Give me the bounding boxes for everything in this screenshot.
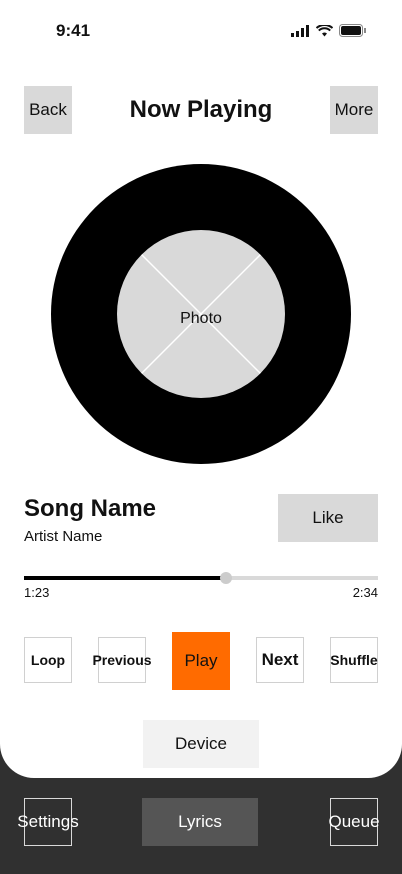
shuffle-label: Shuffle: [330, 652, 378, 668]
loop-button[interactable]: Loop: [24, 637, 72, 683]
previous-label: Previous: [92, 652, 152, 668]
next-button[interactable]: Next: [256, 637, 304, 683]
play-button[interactable]: Play: [172, 632, 230, 690]
total-time: 2:34: [352, 585, 378, 600]
elapsed-time: 1:23: [24, 585, 50, 600]
photo-label: Photo: [180, 310, 222, 327]
album-photo: Photo: [117, 230, 285, 398]
status-icons: [291, 24, 366, 37]
progress-knob[interactable]: [219, 572, 232, 584]
more-button[interactable]: More: [330, 86, 378, 134]
battery-icon: [339, 24, 366, 37]
progress-fill: [24, 576, 226, 580]
player-card: 9:41 Back Now Playing More Photo Song Na…: [0, 0, 402, 778]
song-name: Song Name: [24, 495, 157, 522]
signal-icon: [291, 24, 309, 37]
shuffle-button[interactable]: Shuffle: [330, 637, 378, 683]
tab-settings[interactable]: Settings: [17, 798, 79, 846]
previous-button[interactable]: Previous: [92, 637, 152, 683]
like-button[interactable]: Like: [278, 494, 378, 542]
device-button[interactable]: Device: [143, 720, 259, 768]
wifi-icon: [316, 24, 333, 36]
status-time: 9:41: [56, 21, 91, 40]
tab-lyrics[interactable]: Lyrics: [142, 798, 258, 846]
artist-name: Artist Name: [24, 528, 103, 545]
tab-settings-label: Settings: [17, 812, 79, 831]
progress-slider[interactable]: [24, 572, 378, 584]
tab-queue[interactable]: Queue: [328, 798, 380, 846]
tab-queue-label: Queue: [328, 812, 380, 831]
